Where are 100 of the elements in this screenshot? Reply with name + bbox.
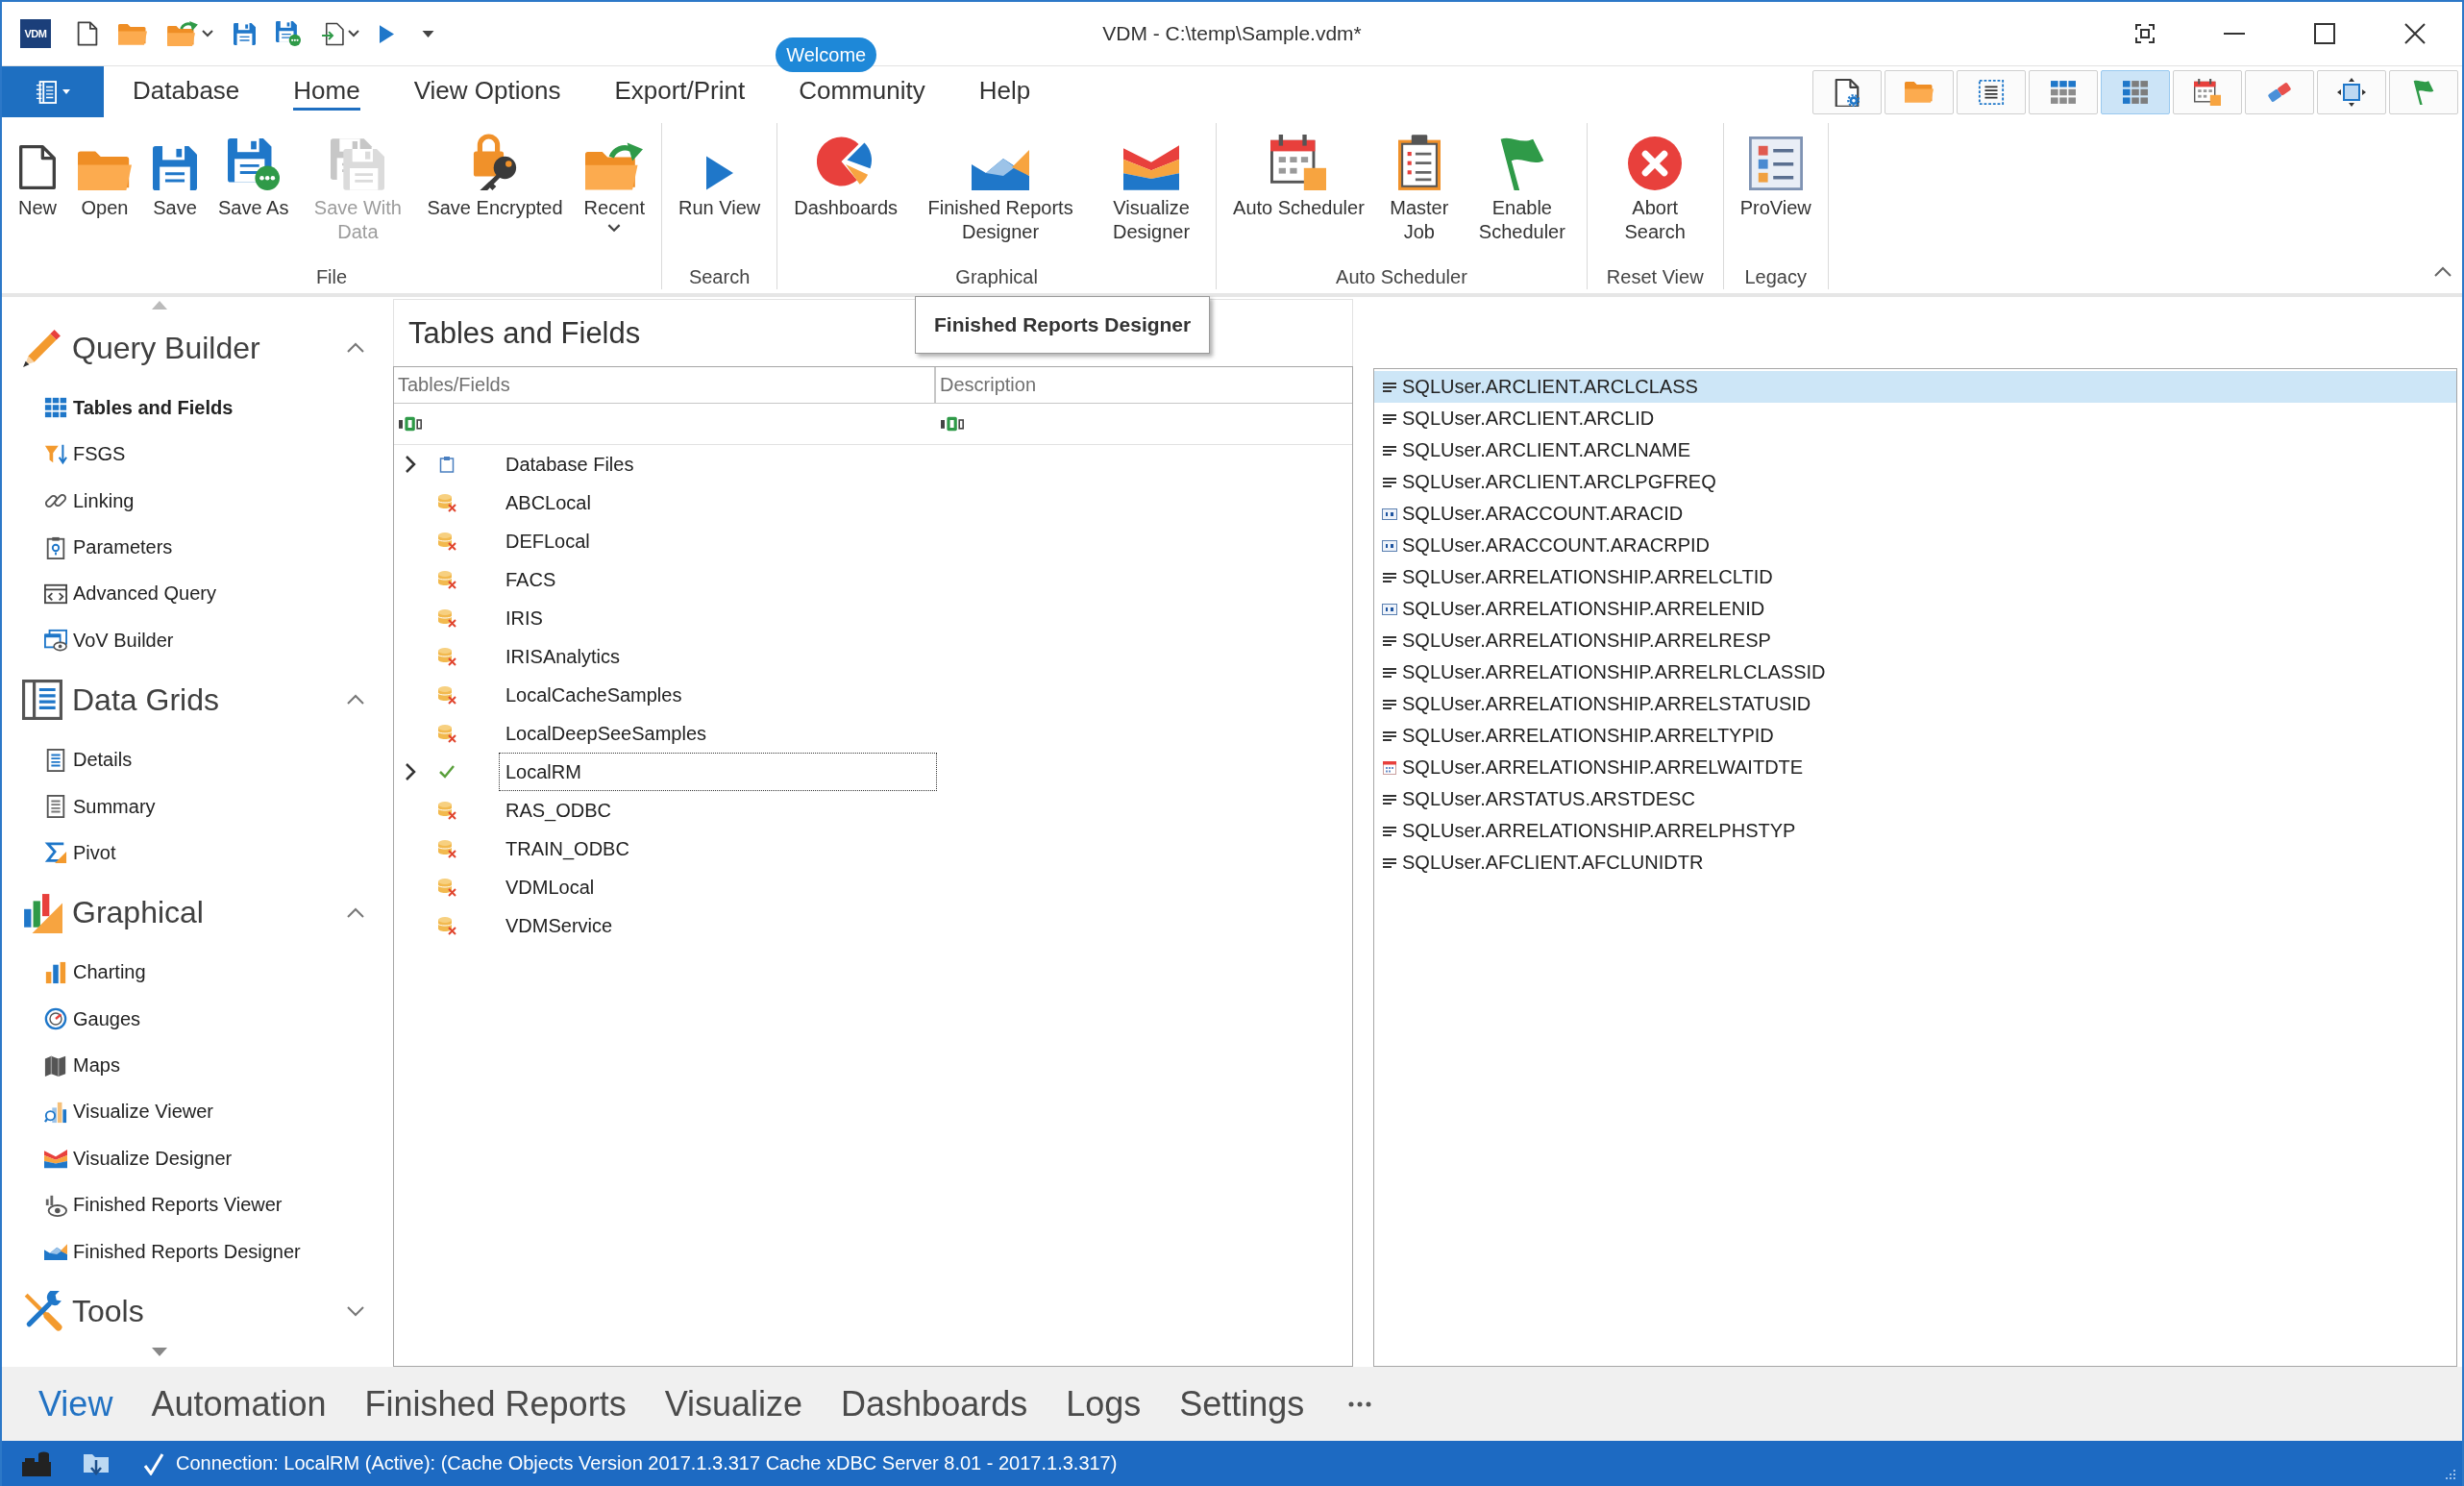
field-item[interactable]: SQLUser.ARRELATIONSHIP.ARRELWAITDTE <box>1374 752 2456 783</box>
caret-icon[interactable] <box>422 30 434 37</box>
export-file-icon[interactable] <box>321 21 344 46</box>
field-item[interactable]: SQLUser.ARRELATIONSHIP.ARRELENID <box>1374 593 2456 625</box>
ribbon-tab[interactable]: View Options <box>413 73 561 111</box>
nav-tab[interactable]: View <box>38 1383 113 1424</box>
ribbon-button[interactable]: Recent <box>573 123 655 235</box>
more-icon[interactable] <box>1348 1400 1372 1407</box>
tree-item[interactable]: LocalDeepSeeSamples <box>499 714 714 753</box>
field-item[interactable]: SQLUser.ARRELATIONSHIP.ARRELRESP <box>1374 625 2456 656</box>
floppy-disk-dots-icon[interactable] <box>276 21 301 46</box>
fullscreen-icon[interactable] <box>2135 24 2155 43</box>
ribbon-tab[interactable]: Help <box>978 73 1031 111</box>
section-header[interactable]: Graphical <box>2 876 384 950</box>
tree-item[interactable]: LocalRM <box>499 753 937 791</box>
nav-tab[interactable]: Logs <box>1066 1383 1142 1424</box>
app-logo[interactable]: VDM <box>20 19 51 48</box>
view-toolbar-button[interactable] <box>1957 69 2026 114</box>
nav-item[interactable]: Advanced Query <box>44 574 222 613</box>
nav-item[interactable]: Finished Reports Viewer <box>44 1185 288 1225</box>
chevron-down-icon[interactable] <box>346 1305 365 1318</box>
tree-item[interactable]: LocalCacheSamples <box>499 676 689 714</box>
field-item[interactable]: SQLUser.ARSTATUS.ARSTDESC <box>1374 783 2456 815</box>
resize-grip-icon[interactable] <box>2445 1469 2456 1480</box>
section-header[interactable]: Query Builder <box>2 311 384 385</box>
chevron-right-icon[interactable] <box>405 762 416 781</box>
tree-item[interactable]: FACS <box>499 560 563 599</box>
nav-item[interactable]: FSGS <box>44 434 132 474</box>
nav-tab[interactable]: Dashboards <box>841 1383 1028 1424</box>
ribbon-button[interactable]: ProView <box>1729 123 1822 222</box>
nav-tab[interactable]: Automation <box>151 1383 327 1424</box>
nav-item[interactable]: Pivot <box>44 833 122 873</box>
nav-item[interactable]: Tables and Fields <box>44 388 239 428</box>
nav-item[interactable]: Visualize Designer <box>44 1139 238 1178</box>
ribbon-button[interactable]: Abort Search <box>1596 123 1714 246</box>
nav-tab[interactable]: Visualize <box>664 1383 803 1424</box>
scroll-down-icon[interactable] <box>152 1348 167 1357</box>
field-item[interactable]: SQLUser.ARCLIENT.ARCLCLASS <box>1374 371 2456 403</box>
tree-item[interactable]: Database Files <box>499 445 641 483</box>
chevron-up-icon[interactable] <box>346 694 365 706</box>
field-item[interactable]: SQLUser.ARACCOUNT.ARACRPID <box>1374 530 2456 561</box>
tree-item[interactable]: RAS_ODBC <box>499 791 619 830</box>
nav-item[interactable]: Charting <box>44 953 152 992</box>
folder-arrow-icon[interactable] <box>167 21 198 46</box>
tree-item[interactable]: VDMLocal <box>499 868 602 906</box>
nav-item[interactable]: Linking <box>44 482 140 521</box>
ribbon-button[interactable]: Save <box>142 123 208 222</box>
nav-item[interactable]: Visualize Viewer <box>44 1092 219 1131</box>
nav-item[interactable]: Finished Reports Designer <box>44 1232 307 1271</box>
ribbon-button[interactable]: Finished Reports Designer <box>908 123 1094 246</box>
section-header[interactable]: Data Grids <box>2 663 384 737</box>
nav-item[interactable]: Gauges <box>44 1000 147 1039</box>
nav-item[interactable]: Summary <box>44 787 161 826</box>
nav-item[interactable]: Parameters <box>44 528 179 567</box>
column-header[interactable]: Description <box>936 367 1352 403</box>
tree-item[interactable]: VDMService <box>499 906 620 945</box>
ribbon-button[interactable]: Dashboards <box>783 123 909 222</box>
view-toolbar-button[interactable] <box>1812 69 1882 114</box>
tree-item[interactable]: TRAIN_ODBC <box>499 830 636 868</box>
computer-database-icon[interactable] <box>22 1450 51 1476</box>
ribbon-tab[interactable]: Community <box>799 73 925 111</box>
view-toolbar-button[interactable] <box>2317 69 2386 114</box>
chevron-up-icon[interactable] <box>346 342 365 355</box>
nav-item[interactable]: Details <box>44 740 138 780</box>
tree-item[interactable]: IRISAnalytics <box>499 637 627 676</box>
maximize-icon[interactable] <box>2314 23 2335 44</box>
ribbon-button[interactable]: Enable Scheduler <box>1463 123 1581 246</box>
close-icon[interactable] <box>2404 23 2426 44</box>
view-toolbar-button[interactable] <box>2029 69 2098 114</box>
field-item[interactable]: SQLUser.ARRELATIONSHIP.ARRELRLCLASSID <box>1374 656 2456 688</box>
chevron-right-icon[interactable] <box>405 455 416 474</box>
caret-icon[interactable] <box>202 30 213 37</box>
chevron-up-icon[interactable] <box>2433 266 2452 278</box>
field-item[interactable]: SQLUser.ARACCOUNT.ARACID <box>1374 498 2456 530</box>
folder-icon[interactable] <box>118 22 147 45</box>
tree-item[interactable]: IRIS <box>499 599 550 637</box>
ribbon-button[interactable]: Save Encrypted <box>416 123 574 222</box>
play-icon[interactable] <box>380 24 394 43</box>
ribbon-button[interactable]: Open <box>67 123 142 222</box>
ribbon-button[interactable]: Master Job <box>1374 123 1464 246</box>
app-menu-button[interactable] <box>2 66 104 117</box>
section-header[interactable]: Tools <box>2 1275 384 1349</box>
tree-item[interactable]: ABCLocal <box>499 483 598 522</box>
ribbon-button[interactable]: Save As <box>208 123 300 222</box>
field-item[interactable]: SQLUser.ARCLIENT.ARCLID <box>1374 403 2456 434</box>
nav-tab[interactable]: Finished Reports <box>364 1383 627 1424</box>
ribbon-button[interactable]: Run View <box>668 123 772 222</box>
column-header[interactable]: Tables/Fields <box>394 367 936 403</box>
ribbon-button[interactable]: New <box>8 123 67 222</box>
field-item[interactable]: SQLUser.ARRELATIONSHIP.ARRELSTATUSID <box>1374 688 2456 720</box>
file-icon[interactable] <box>77 21 98 46</box>
view-toolbar-button[interactable] <box>2101 69 2170 114</box>
ribbon-button[interactable]: Auto Scheduler <box>1222 123 1375 222</box>
ribbon-tab[interactable]: Export/Print <box>614 73 746 111</box>
tab-badge[interactable]: Welcome <box>776 37 877 72</box>
field-item[interactable]: SQLUser.ARRELATIONSHIP.ARRELPHSTYP <box>1374 815 2456 847</box>
chevron-up-icon[interactable] <box>346 906 365 919</box>
field-item[interactable]: SQLUser.ARCLIENT.ARCLNAME <box>1374 434 2456 466</box>
tree-item[interactable]: DEFLocal <box>499 522 597 560</box>
field-item[interactable]: SQLUser.ARCLIENT.ARCLPGFREQ <box>1374 466 2456 498</box>
